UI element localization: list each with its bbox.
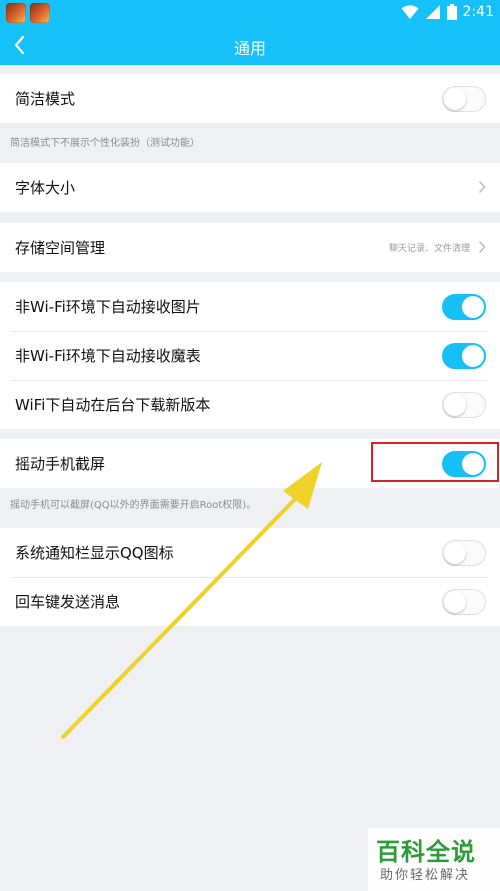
watermark-subtitle: 助你轻松解决 <box>380 868 471 883</box>
watermark: 百科全说 助你轻松解决 <box>368 828 500 891</box>
watermark-title: 百科全说 <box>376 838 476 866</box>
annotation-arrow <box>61 462 322 739</box>
